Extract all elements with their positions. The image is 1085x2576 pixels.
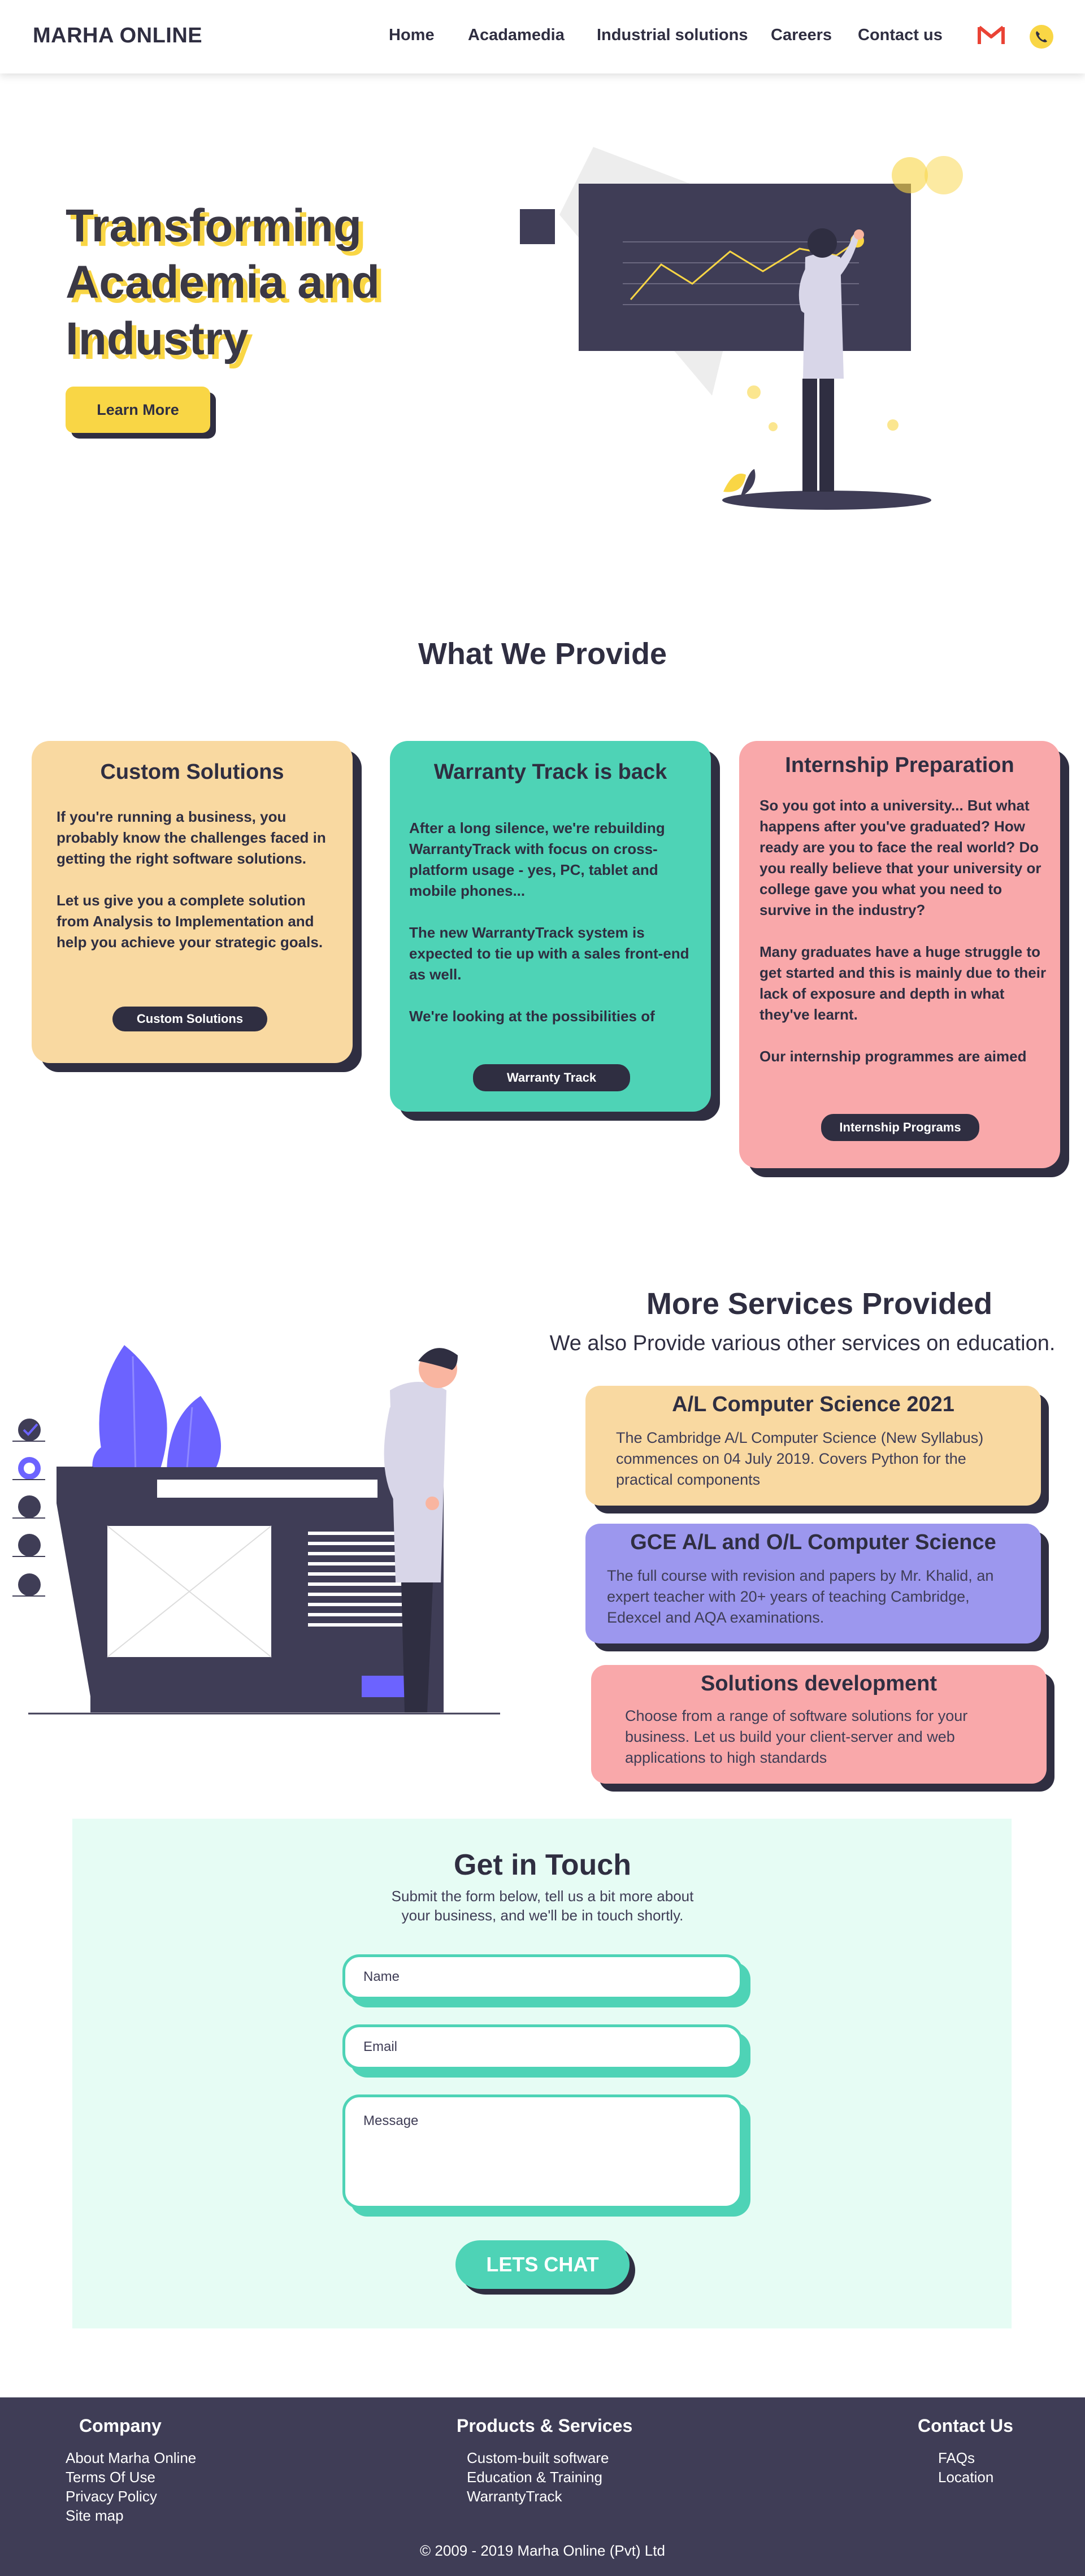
get-in-touch-subtitle: Submit the form below, tell us a bit mor… (316, 1887, 769, 1925)
service-description: Choose from a range of software solution… (625, 1707, 968, 1766)
hero-title: Transforming Academia and Industry (66, 200, 380, 365)
card-body: After a long silence, we're rebuilding W… (409, 818, 697, 1033)
top-navbar: MARHA ONLINE Home Acadamedia Industrial … (0, 0, 1085, 73)
footer-education-link[interactable]: Education & Training (467, 2469, 602, 2486)
services-illustration (12, 1345, 500, 1715)
card-title: Internship Preparation (785, 753, 1014, 777)
warranty-track-button[interactable]: Warranty Track (473, 1064, 630, 1091)
card-title: Warranty Track is back (433, 760, 667, 784)
footer-about-link[interactable]: About Marha Online (66, 2449, 196, 2467)
custom-solutions-card: Custom Solutions If you're running a bus… (32, 741, 353, 1063)
service-card-solutions-development[interactable]: Solutions development Choose from a rang… (591, 1665, 1047, 1784)
service-description: The full course with revision and papers… (607, 1567, 994, 1626)
service-card-gce-computer-science[interactable]: GCE A/L and O/L Computer Science The ful… (585, 1524, 1041, 1643)
footer-copyright: © 2009 - 2019 Marha Online (Pvt) Ltd (420, 2542, 665, 2559)
internship-preparation-card: Internship Preparation So you got into a… (739, 741, 1060, 1168)
footer-terms-link[interactable]: Terms Of Use (66, 2469, 155, 2486)
custom-solutions-button[interactable]: Custom Solutions (112, 1007, 267, 1031)
nav-acadamedia-link[interactable]: Acadamedia (468, 26, 565, 45)
footer-company-heading: Company (79, 2415, 162, 2436)
card-body: If you're running a business, you probab… (57, 806, 339, 1010)
email-input[interactable]: Email (342, 2024, 743, 2070)
nav-careers-link[interactable]: Careers (771, 26, 832, 45)
subtitle-line: your business, and we'll be in touch sho… (401, 1907, 684, 1924)
warranty-track-card: Warranty Track is back After a long sile… (390, 741, 711, 1112)
card-paragraph: Let us give you a complete solution from… (57, 892, 323, 951)
footer-products-heading: Products & Services (457, 2415, 633, 2436)
more-services-subtitle: We also Provide various other services o… (549, 1332, 1056, 1355)
footer: Company About Marha Online Terms Of Use … (0, 2397, 1085, 2576)
get-in-touch-title: Get in Touch (454, 1849, 631, 1881)
footer-contact-heading: Contact Us (918, 2415, 1013, 2436)
gmail-icon[interactable] (978, 25, 1005, 46)
card-body: So you got into a university... But what… (760, 795, 1053, 1095)
card-paragraph: The new WarrantyTrack system is expected… (409, 924, 689, 983)
card-paragraph: Many graduates have a huge struggle to g… (760, 943, 1047, 1023)
nav-industrial-solutions-link[interactable]: Industrial solutions (597, 26, 748, 45)
card-paragraph: Our internship programmes are aimed (760, 1048, 1027, 1065)
subtitle-line: Submit the form below, tell us a bit mor… (391, 1888, 694, 1905)
card-paragraph: After a long silence, we're rebuilding W… (409, 819, 665, 899)
phone-icon[interactable] (1030, 25, 1053, 49)
more-services-title: More Services Provided (646, 1287, 993, 1321)
footer-sitemap-link[interactable]: Site map (66, 2507, 124, 2525)
service-title: GCE A/L and O/L Computer Science (630, 1530, 996, 1554)
learn-more-button[interactable]: Learn More (66, 387, 210, 433)
nav-contact-us-link[interactable]: Contact us (858, 26, 943, 45)
footer-warrantytrack-link[interactable]: WarrantyTrack (467, 2488, 562, 2505)
brand-logo[interactable]: MARHA ONLINE (33, 24, 202, 48)
message-textarea[interactable]: Message (342, 2094, 743, 2209)
service-description: The Cambridge A/L Computer Science (New … (616, 1429, 984, 1488)
footer-custom-software-link[interactable]: Custom-built software (467, 2449, 609, 2467)
footer-privacy-link[interactable]: Privacy Policy (66, 2488, 157, 2505)
card-paragraph: We're looking at the possibilities of (409, 1008, 655, 1025)
service-title: A/L Computer Science 2021 (672, 1393, 954, 1416)
service-card-al-computer-science[interactable]: A/L Computer Science 2021 The Cambridge … (585, 1386, 1041, 1506)
footer-location-link[interactable]: Location (938, 2469, 993, 2486)
lets-chat-button[interactable]: LETS CHAT (455, 2240, 630, 2289)
card-title: Custom Solutions (100, 760, 284, 784)
what-we-provide-title: What We Provide (418, 637, 667, 671)
internship-programs-button[interactable]: Internship Programs (821, 1114, 979, 1141)
footer-faqs-link[interactable]: FAQs (938, 2449, 975, 2467)
hero-illustration (520, 147, 963, 510)
card-paragraph: If you're running a business, you probab… (57, 808, 326, 867)
nav-home-link[interactable]: Home (389, 26, 435, 45)
name-input[interactable]: Name (342, 1954, 743, 2000)
service-title: Solutions development (700, 1672, 938, 1695)
card-paragraph: So you got into a university... But what… (760, 797, 1041, 918)
